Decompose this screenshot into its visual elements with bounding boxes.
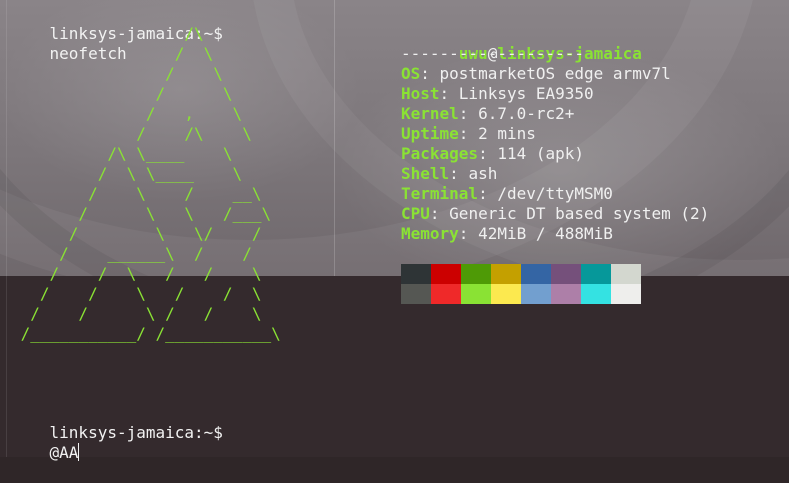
info-value: /dev/ttyMSM0 (497, 184, 613, 203)
color-swatch-bright-3 (491, 284, 521, 304)
info-key: OS (401, 64, 421, 83)
color-swatch-bright-0 (401, 284, 431, 304)
info-row-uptime: Uptime: 2 mins (401, 124, 536, 143)
info-value: 114 (apk) (497, 144, 585, 163)
system-info-panel: uwu@linksys-jamaica ------------------- … (401, 24, 709, 244)
color-swatch-normal-5 (551, 264, 581, 284)
info-key: Shell (401, 164, 450, 183)
user-host-title: uwu@linksys-jamaica (401, 24, 709, 63)
info-row-shell: Shell: ash (401, 164, 498, 183)
terminal-window[interactable]: linksys-jamaica:~$ neofetch /\ / \ / \ /… (0, 0, 789, 462)
info-value: 42MiB / 488MiB (478, 224, 613, 243)
color-palette (401, 264, 641, 304)
color-swatch-bright-1 (431, 284, 461, 304)
color-swatch-normal-0 (401, 264, 431, 284)
info-key: Memory (401, 224, 459, 243)
info-key: Packages (401, 144, 479, 163)
color-swatch-bright-2 (461, 284, 491, 304)
info-key: Host (401, 84, 440, 103)
prompt: linksys-jamaica:~$ (49, 423, 223, 442)
color-swatch-bright-7 (611, 284, 641, 304)
title-separator: ------------------- (401, 44, 585, 63)
info-value: postmarketOS edge armv7l (439, 64, 671, 83)
color-swatch-bright-6 (581, 284, 611, 304)
info-value: Linksys EA9350 (458, 84, 594, 103)
color-swatch-bright-5 (551, 284, 581, 304)
text-cursor (78, 443, 80, 461)
color-swatch-normal-4 (521, 264, 551, 284)
info-value: 2 mins (478, 124, 536, 143)
color-swatch-normal-3 (491, 264, 521, 284)
info-row-packages: Packages: 114 (apk) (401, 144, 585, 163)
info-key: Terminal (401, 184, 479, 203)
info-row-kernel: Kernel: 6.7.0-rc2+ (401, 104, 575, 123)
command-input[interactable]: @AA (50, 443, 79, 462)
info-row-terminal: Terminal: /dev/ttyMSM0 (401, 184, 613, 203)
command-line-2[interactable]: linksys-jamaica:~$ @AA (11, 403, 223, 483)
info-key: Kernel (401, 104, 459, 123)
info-value: ash (468, 164, 498, 183)
info-row-os: OS: postmarketOS edge armv7l (401, 64, 671, 83)
color-swatch-normal-6 (581, 264, 611, 284)
info-value: Generic DT based system (2) (449, 204, 710, 223)
info-key: CPU (401, 204, 430, 223)
info-value: 6.7.0-rc2+ (478, 104, 575, 123)
info-row-memory: Memory: 42MiB / 488MiB (401, 224, 613, 243)
info-row-host: Host: Linksys EA9350 (401, 84, 594, 103)
distro-logo-ascii: /\ / \ / \ / \ / , \ / /\ \ /\ \____ \ /… (20, 24, 281, 343)
color-swatch-bright-4 (521, 284, 551, 304)
info-key: Uptime (401, 124, 459, 143)
info-row-cpu: CPU: Generic DT based system (2) (401, 204, 710, 223)
color-swatch-normal-1 (431, 264, 461, 284)
color-swatch-normal-7 (611, 264, 641, 284)
color-swatch-normal-2 (461, 264, 491, 284)
